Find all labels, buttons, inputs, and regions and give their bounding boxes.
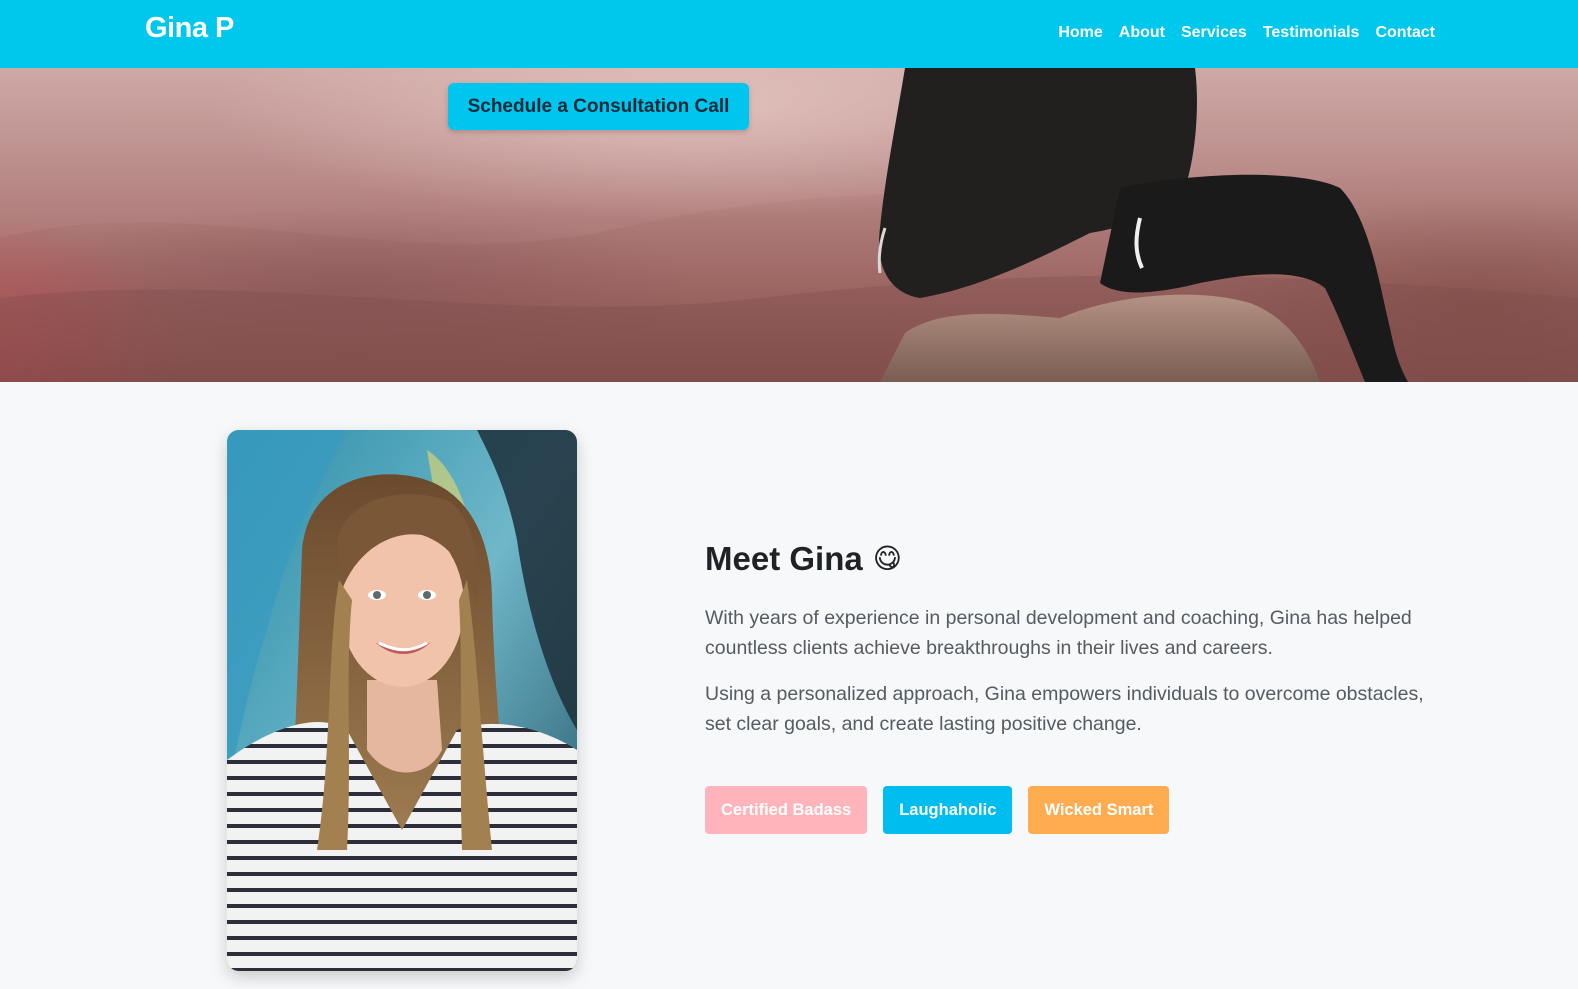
nav-link-services[interactable]: Services xyxy=(1181,24,1247,42)
hero-background-image xyxy=(0,68,1578,382)
about-title-text: Meet Gina xyxy=(705,540,863,577)
brand-logo[interactable]: Gina P xyxy=(145,12,234,45)
trait-tags: Certified Badass Laughaholic Wicked Smar… xyxy=(705,786,1170,834)
tag-certified-badass[interactable]: Certified Badass xyxy=(705,786,868,834)
yum-emoji-icon: 😋 xyxy=(872,542,902,575)
navbar: Gina P Home About Services Testimonials … xyxy=(0,0,1578,68)
nav-link-contact[interactable]: Contact xyxy=(1375,24,1435,42)
about-paragraph-2: Using a personalized approach, Gina empo… xyxy=(705,683,1424,735)
about-paragraph-1: With years of experience in personal dev… xyxy=(705,607,1412,659)
tag-laughaholic[interactable]: Laughaholic xyxy=(883,786,1013,834)
nav-link-about[interactable]: About xyxy=(1119,24,1165,42)
nav-link-testimonials[interactable]: Testimonials xyxy=(1263,24,1360,42)
nav-link-home[interactable]: Home xyxy=(1058,24,1102,42)
nav-links: Home About Services Testimonials Contact xyxy=(1058,24,1435,42)
profile-photo xyxy=(227,430,577,971)
about-heading: Meet Gina 😋 xyxy=(705,540,902,578)
tag-wicked-smart[interactable]: Wicked Smart xyxy=(1028,786,1170,834)
hero-banner xyxy=(0,68,1578,382)
schedule-consultation-button[interactable]: Schedule a Consultation Call xyxy=(448,83,749,130)
